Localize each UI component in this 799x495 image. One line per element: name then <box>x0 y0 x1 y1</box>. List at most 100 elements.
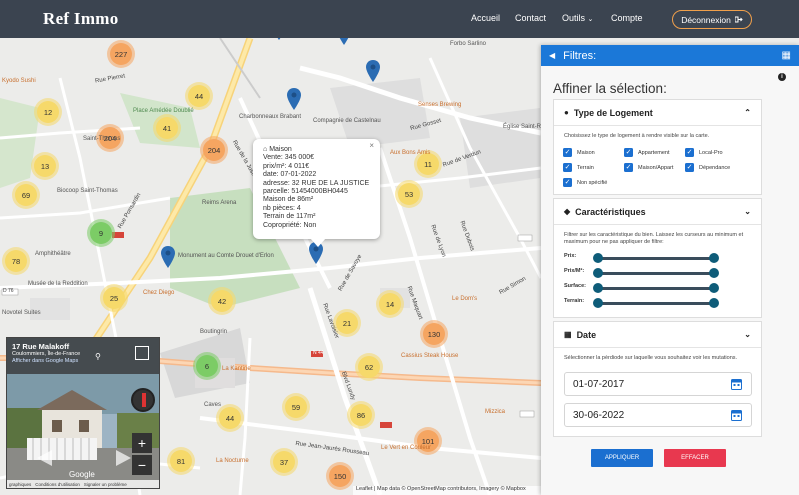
pin-icon[interactable]: ⚲ <box>95 352 101 361</box>
marker-cluster[interactable]: 53 <box>398 183 420 205</box>
footer-report[interactable]: Signaler un problème <box>84 482 127 487</box>
checkbox-maison-appart[interactable]: ✓ Maison/Appart <box>624 163 673 172</box>
slider-min-handle[interactable] <box>593 298 603 308</box>
characteristics-desc: Filtrer sur les caractéristique du bien.… <box>564 232 744 245</box>
zoom-out-button[interactable]: − <box>132 455 152 475</box>
marker-cluster[interactable]: 204 <box>203 139 225 161</box>
marker-cluster[interactable]: 11 <box>417 153 439 175</box>
type-section-header[interactable]: ● Type de Logement ⌃ <box>554 100 761 126</box>
compass-icon[interactable] <box>131 388 155 412</box>
marker-cluster[interactable]: 130 <box>423 323 445 345</box>
date-section-header[interactable]: ▦ Date ⌄ <box>554 322 761 348</box>
map-pin[interactable] <box>287 88 301 110</box>
marker-cluster[interactable]: 21 <box>336 312 358 334</box>
chevron-down-icon[interactable]: ⌄ <box>744 207 751 216</box>
checkbox-terrain[interactable]: ✓ Terrain <box>563 163 594 172</box>
marker-cluster[interactable]: 41 <box>156 117 178 139</box>
checkbox-dependance[interactable]: ✓ Dépendance <box>685 163 730 172</box>
slider-max-handle[interactable] <box>709 298 719 308</box>
date-from-input[interactable]: 01-07-2017 <box>564 372 752 396</box>
calendar-icon[interactable] <box>731 378 742 390</box>
zoom-in-button[interactable]: + <box>132 433 152 453</box>
checkbox-non-specifie[interactable]: ✓ Non spécifié <box>563 178 607 187</box>
marker-cluster[interactable]: 25 <box>103 287 125 309</box>
marker-cluster[interactable]: 69 <box>15 184 37 206</box>
checkbox-label: Maison <box>577 149 595 156</box>
marker-cluster[interactable]: 13 <box>34 155 56 177</box>
nav-contact[interactable]: Contact <box>515 13 546 23</box>
price-per-m2-slider[interactable]: Prix/M²: <box>564 268 754 278</box>
chevron-down-icon[interactable]: ⌄ <box>744 330 751 339</box>
checkbox-maison[interactable]: ✓ Maison <box>563 148 595 157</box>
marker-cluster[interactable]: 42 <box>211 290 233 312</box>
price-slider[interactable]: Prix: <box>564 253 754 263</box>
slider-min-handle[interactable] <box>593 283 603 293</box>
nav-accueil[interactable]: Accueil <box>471 13 500 23</box>
popup-line: parcelle: 51454000BH0445 <box>263 188 348 196</box>
apply-button[interactable]: APPLIQUER <box>591 449 653 467</box>
marker-cluster[interactable]: 150 <box>329 465 351 487</box>
chevron-up-icon[interactable]: ⌃ <box>744 108 751 117</box>
date-section: ▦ Date ⌄ Sélectionner la pèrdiode sur la… <box>553 321 762 437</box>
slider-min-handle[interactable] <box>593 253 603 263</box>
type-section: ● Type de Logement ⌃ Choisissez le type … <box>553 99 762 195</box>
logout-button[interactable]: Déconnexion <box>672 10 752 29</box>
calendar-icon[interactable] <box>731 409 742 421</box>
slider-label: Prix/M²: <box>564 268 585 274</box>
close-icon[interactable]: × <box>369 141 374 150</box>
map-pin[interactable] <box>272 38 286 40</box>
slider-max-handle[interactable] <box>709 253 719 263</box>
marker-cluster[interactable]: 12 <box>37 101 59 123</box>
fullscreen-icon[interactable] <box>135 346 149 360</box>
nav-compte[interactable]: Compte <box>611 13 643 23</box>
marker-cluster[interactable]: 59 <box>285 396 307 418</box>
check-icon: ✓ <box>624 148 633 157</box>
filter-header-label: Filtres: <box>563 49 597 62</box>
collapse-icon[interactable]: ◀ <box>549 51 555 60</box>
marker-cluster[interactable]: 37 <box>273 451 295 473</box>
checkbox-local-pro[interactable]: ✓ Local-Pro <box>685 148 723 157</box>
characteristics-header[interactable]: ◆ Caractéristiques ⌄ <box>554 199 761 225</box>
terrain-slider[interactable]: Terrain: <box>564 298 754 308</box>
checkbox-label: Appartement <box>638 149 670 156</box>
place-label: Mizzica <box>485 409 506 415</box>
marker-cluster[interactable]: 6 <box>196 355 218 377</box>
slider-label: Surface: <box>564 283 587 289</box>
marker-cluster[interactable]: 227 <box>110 43 132 65</box>
marker-cluster[interactable]: 14 <box>379 293 401 315</box>
slider-max-handle[interactable] <box>709 283 719 293</box>
marker-cluster[interactable]: 78 <box>5 250 27 272</box>
slider-min-handle[interactable] <box>593 268 603 278</box>
slider-track[interactable] <box>598 287 714 290</box>
checkbox-appartement[interactable]: ✓ Appartement <box>624 148 670 157</box>
clear-button[interactable]: EFFACER <box>664 449 726 467</box>
surface-slider[interactable]: Surface: <box>564 283 754 293</box>
marker-cluster[interactable]: 86 <box>350 404 372 426</box>
slider-track[interactable] <box>598 257 714 260</box>
marker-cluster[interactable]: 62 <box>358 356 380 378</box>
nav-outils[interactable]: Outils ⌄ <box>562 13 593 23</box>
date-to-input[interactable]: 30-06-2022 <box>564 403 752 427</box>
footer-terms[interactable]: Conditions d'utilisation <box>35 482 80 487</box>
place-label: Le Dom's <box>452 296 478 302</box>
map-pin[interactable] <box>337 38 351 45</box>
map-attribution[interactable]: Leaflet | Map data © OpenStreetMap contr… <box>353 486 543 495</box>
slider-max-handle[interactable] <box>709 268 719 278</box>
marker-cluster[interactable]: 44 <box>219 407 241 429</box>
map-pin[interactable] <box>161 246 175 268</box>
filter-header[interactable]: ◀ Filtres: ▦ <box>541 45 799 66</box>
info-icon[interactable]: i <box>778 73 786 81</box>
slider-track[interactable] <box>598 272 714 275</box>
street-view[interactable]: 17 Rue Malakoff Coulommiers, Île-de-Fran… <box>6 337 160 489</box>
map-icon[interactable]: ▦ <box>782 50 791 61</box>
marker-cluster[interactable]: 9 <box>90 222 112 244</box>
place-label: Musée de la Reddition <box>28 281 88 287</box>
brand-logo[interactable]: Ref Immo <box>43 9 119 29</box>
marker-cluster[interactable]: 44 <box>188 85 210 107</box>
map-pin[interactable] <box>366 60 380 82</box>
slider-track[interactable] <box>598 302 714 305</box>
popup-line: Copropriété: Non <box>263 221 317 229</box>
calendar-icon: ▦ <box>564 330 572 339</box>
place-label: Reims Arena <box>202 200 237 206</box>
marker-cluster[interactable]: 81 <box>170 450 192 472</box>
